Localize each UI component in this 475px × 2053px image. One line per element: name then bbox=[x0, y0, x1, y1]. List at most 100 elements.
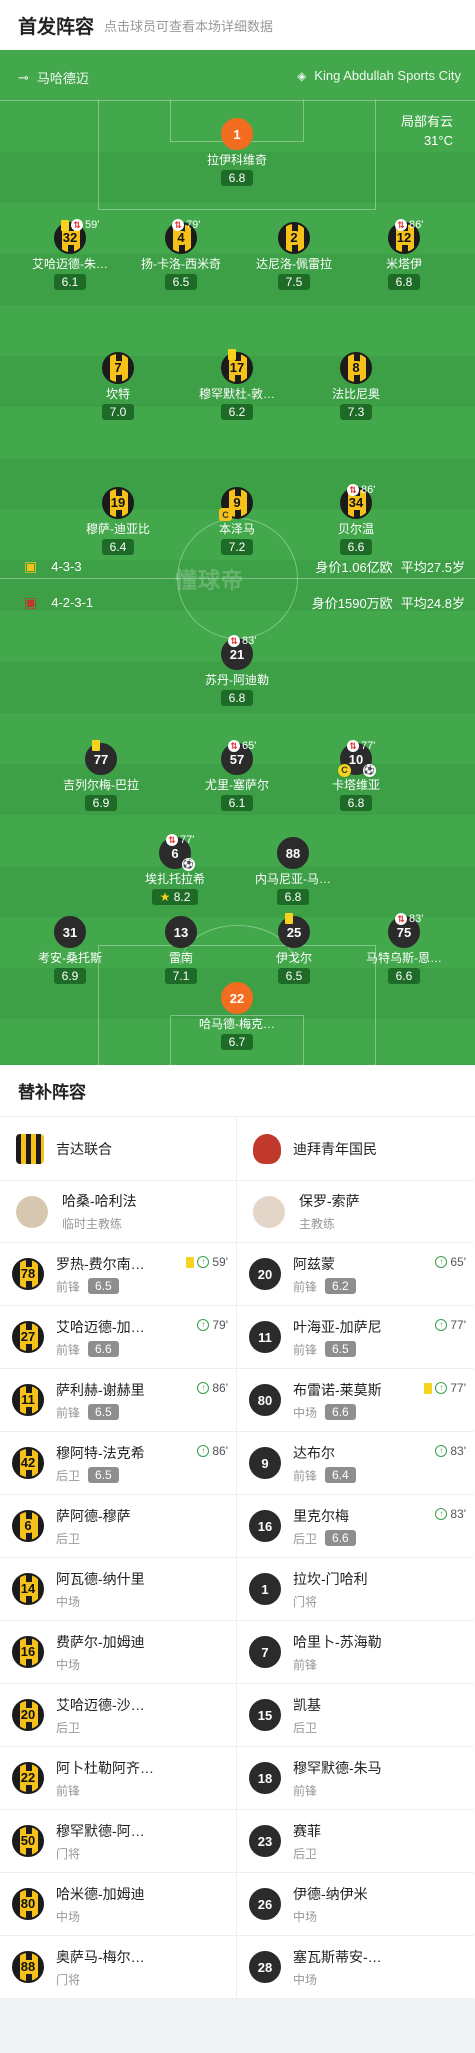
away-bench-player-6[interactable]: 7 哈里卜-苏海勒 前锋 bbox=[237, 1621, 474, 1684]
player-rating: 6.8 bbox=[339, 795, 373, 811]
home-bench-player-8[interactable]: 22 阿卜杜勒阿齐… 前锋 bbox=[0, 1747, 236, 1810]
away-bench-player-5[interactable]: 1 拉坎-门哈利 门将 bbox=[237, 1558, 474, 1621]
player-name: 费萨尔-加姆迪 bbox=[56, 1633, 145, 1650]
yellow-card-icon bbox=[424, 1382, 433, 1394]
home-bench-player-0[interactable]: 78 罗热-费尔南… 前锋 6.5 ↑ 59' bbox=[0, 1243, 236, 1306]
home-bench-player-11[interactable]: 88 奥萨马-梅尔… 门将 bbox=[0, 1936, 236, 1999]
away-player-10[interactable]: 22 哈马德-梅克… 6.7 bbox=[182, 982, 292, 1051]
home-player-2[interactable]: 4 ⇅ 79' 扬-卡洛-西米奇 6.5 bbox=[126, 219, 236, 291]
home-player-5[interactable]: 7 坎特 7.0 bbox=[63, 352, 173, 421]
captain-icon: C bbox=[338, 764, 351, 777]
away-player-0[interactable]: 21 ⇅ 83' 苏丹-阿迪勒 6.8 bbox=[182, 635, 292, 707]
away-player-5[interactable]: 88 内马尼亚-马… 6.8 bbox=[238, 837, 348, 906]
home-player-3[interactable]: 2 达尼洛-佩雷拉 7.5 bbox=[239, 222, 349, 291]
substitution-icon: ⇅ bbox=[347, 484, 359, 496]
player-events: ⇅ 59' bbox=[61, 219, 99, 231]
away-player-2[interactable]: 57 ⇅ 65' 尤里-塞萨尔 6.1 bbox=[182, 740, 292, 812]
away-bench-player-9[interactable]: 23 赛菲 后卫 bbox=[237, 1810, 474, 1873]
watermark-logo: 懂球帝 bbox=[175, 568, 245, 593]
player-rating: 6.8 bbox=[387, 274, 421, 290]
player-rating: 6.5 bbox=[164, 274, 198, 290]
player-name: 内马尼亚-马… bbox=[255, 872, 331, 886]
whistle-icon: ⊸ bbox=[18, 69, 29, 85]
home-player-0[interactable]: 1 拉伊科维奇 6.8 bbox=[182, 118, 292, 187]
player-events: ↑ 83' bbox=[435, 1507, 466, 1521]
player-name: 尤里-塞萨尔 bbox=[205, 778, 269, 792]
away-player-7[interactable]: 13 雷南 7.1 bbox=[126, 916, 236, 985]
home-bench-player-7[interactable]: 20 艾哈迈德-沙… 后卫 bbox=[0, 1684, 236, 1747]
player-number-badge: 42 bbox=[12, 1447, 44, 1479]
home-bench-player-9[interactable]: 50 穆罕默德-阿… 门将 bbox=[0, 1810, 236, 1873]
player-name: 里克尔梅 bbox=[293, 1507, 349, 1524]
away-player-6[interactable]: 31 考安-桑托斯 6.9 bbox=[15, 916, 125, 985]
away-player-4[interactable]: 6 ⚽ ⇅ 77' 埃扎托拉希 ★ 8.2 bbox=[120, 834, 230, 906]
player-number-badge: 20 bbox=[12, 1699, 44, 1731]
player-rating: 6.5 bbox=[88, 1278, 119, 1294]
player-position: 门将 bbox=[293, 1594, 318, 1609]
away-bench-player-10[interactable]: 26 伊德-纳伊米 中场 bbox=[237, 1873, 474, 1936]
player-name: 吉列尔梅-巴拉 bbox=[63, 778, 139, 792]
away-bench-player-8[interactable]: 18 穆罕默德-朱马 前锋 bbox=[237, 1747, 474, 1810]
home-player-8[interactable]: 19 穆萨-迪亚比 6.4 bbox=[63, 487, 173, 556]
away-bench-player-11[interactable]: 28 塞瓦斯蒂安-… 中场 bbox=[237, 1936, 474, 1999]
away-player-1[interactable]: 77 吉列尔梅-巴拉 6.9 bbox=[46, 740, 156, 812]
player-number-badge: 1 bbox=[221, 118, 253, 150]
home-bench-player-1[interactable]: 27 艾哈迈德-加… 前锋 6.6 ↑ 79' bbox=[0, 1306, 236, 1369]
player-events: ⇅ 77' bbox=[166, 834, 194, 846]
home-bench-player-5[interactable]: 14 阿瓦德-纳什里 中场 bbox=[0, 1558, 236, 1621]
away-player-8[interactable]: 25 伊戈尔 6.5 bbox=[239, 913, 349, 985]
player-events: ↑ 65' bbox=[435, 1255, 466, 1269]
away-bench-player-0[interactable]: 20 阿兹蒙 前锋 6.2 ↑ 65' bbox=[237, 1243, 474, 1306]
player-name: 拉伊科维奇 bbox=[206, 153, 267, 167]
player-events: ↑ 86' bbox=[197, 1444, 228, 1458]
home-bench-player-6[interactable]: 16 费萨尔-加姆迪 中场 bbox=[0, 1621, 236, 1684]
home-player-7[interactable]: 8 法比尼奥 7.3 bbox=[301, 352, 411, 421]
player-name: 穆萨-迪亚比 bbox=[86, 522, 150, 536]
player-number-badge: 80 bbox=[12, 1888, 44, 1920]
substitution-in-icon: ↑ bbox=[197, 1382, 210, 1394]
player-position: 前锋 bbox=[293, 1657, 318, 1672]
home-coach-row[interactable]: 哈桑-哈利法 临时主教练 bbox=[0, 1181, 236, 1243]
player-number-badge: 7 bbox=[249, 1636, 281, 1668]
home-player-9[interactable]: 9 C 本泽马 7.2 bbox=[182, 487, 292, 556]
home-player-4[interactable]: 12 ⇅ 86' 米塔伊 6.8 bbox=[349, 219, 459, 291]
player-events: ⇅ 79' bbox=[172, 219, 200, 231]
player-rating: 6.6 bbox=[88, 1341, 119, 1357]
player-name: 阿瓦德-纳什里 bbox=[56, 1570, 145, 1587]
home-bench-player-2[interactable]: 11 萨利赫-谢赫里 前锋 6.5 ↑ 86' bbox=[0, 1369, 236, 1432]
player-name: 法比尼奥 bbox=[331, 387, 380, 401]
substitution-icon: ⇅ bbox=[347, 740, 359, 752]
venue-stadium: ◈ King Abdullah Sports City bbox=[297, 68, 461, 83]
player-rating: 7.0 bbox=[101, 404, 135, 420]
player-number-badge: 9C bbox=[219, 487, 253, 521]
home-player-6[interactable]: 17 穆罕默杜-敦… 6.2 bbox=[182, 349, 292, 421]
player-number-badge: 31 bbox=[54, 916, 86, 948]
home-bench-player-3[interactable]: 42 穆阿特-法克希 后卫 6.5 ↑ 86' bbox=[0, 1432, 236, 1495]
away-bench-player-4[interactable]: 16 里克尔梅 后卫 6.6 ↑ 83' bbox=[237, 1495, 474, 1558]
home-bench-player-4[interactable]: 6 萨阿德-穆萨 后卫 bbox=[0, 1495, 236, 1558]
player-number-badge: 1 bbox=[249, 1573, 281, 1605]
home-player-10[interactable]: 34 ⇅ 86' 贝尔温 6.6 bbox=[301, 484, 411, 556]
player-position: 中场 bbox=[56, 1657, 81, 1672]
away-bench-player-3[interactable]: 9 达布尔 前锋 6.4 ↑ 83' bbox=[237, 1432, 474, 1495]
home-player-1[interactable]: 32 ⇅ 59' 艾哈迈德-朱… 6.1 bbox=[15, 219, 125, 291]
goal-ball-icon: ⚽ bbox=[363, 764, 376, 777]
away-bench-player-7[interactable]: 15 凯基 后卫 bbox=[237, 1684, 474, 1747]
player-number-badge: 22 bbox=[12, 1762, 44, 1794]
lineup-title: 首发阵容 bbox=[18, 16, 95, 38]
player-position: 后卫 6.6 bbox=[293, 1530, 356, 1547]
player-name: 穆罕默德-阿… bbox=[56, 1822, 145, 1839]
away-team-cell[interactable]: 迪拜青年国民 bbox=[237, 1117, 474, 1181]
away-player-3[interactable]: 10 C ⚽ ⇅ 77' 卡塔维亚 6.8 bbox=[301, 740, 411, 812]
player-events: ⇅ 83' bbox=[395, 913, 423, 925]
home-team-cell[interactable]: 吉达联合 bbox=[0, 1117, 236, 1181]
away-bench-player-1[interactable]: 11 叶海亚-加萨尼 前锋 6.5 ↑ 77' bbox=[237, 1306, 474, 1369]
player-position: 中场 bbox=[56, 1594, 81, 1609]
away-bench-player-2[interactable]: 80 布雷诺-莱莫斯 中场 6.6 ↑ 77' bbox=[237, 1369, 474, 1432]
away-player-9[interactable]: 75 ⇅ 83' 马特乌斯-恩… 6.6 bbox=[349, 913, 459, 985]
away-coach-row[interactable]: 保罗-索萨 主教练 bbox=[237, 1181, 474, 1243]
player-name: 马特乌斯-恩… bbox=[366, 951, 442, 965]
player-number-badge: 77 bbox=[85, 743, 117, 775]
home-bench-player-10[interactable]: 80 哈米德-加姆迪 中场 bbox=[0, 1873, 236, 1936]
player-number-badge: 19 bbox=[102, 487, 134, 519]
